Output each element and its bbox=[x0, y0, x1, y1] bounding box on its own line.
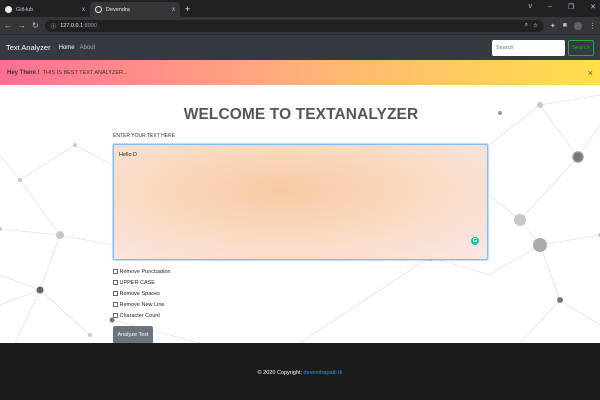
alert-heading: Hey There ! bbox=[7, 69, 40, 76]
text-input[interactable]: Hello D bbox=[113, 144, 488, 260]
search-input[interactable] bbox=[492, 39, 565, 56]
main-content: WELCOME TO TEXTANALYZER ENTER YOUR TEXT … bbox=[0, 85, 600, 343]
option-remove-punctuation[interactable]: Remove Punctuation bbox=[113, 266, 489, 277]
checkbox[interactable] bbox=[113, 313, 118, 318]
checkbox[interactable] bbox=[113, 280, 118, 285]
welcome-alert: Hey There ! THIS IS BEST TEXT ANALYZER..… bbox=[0, 60, 600, 85]
address-bar: ← → ↻ ⓘ 127.0.0.1:8000 ⌕ ☆ ✦ ■ ⋮ bbox=[0, 17, 600, 35]
checkbox[interactable] bbox=[113, 291, 118, 296]
alert-message: THIS IS BEST TEXT ANALYZER... bbox=[42, 69, 128, 76]
option-upper-case[interactable]: UPPER CASE bbox=[113, 277, 489, 288]
profile-avatar[interactable] bbox=[574, 21, 582, 30]
minimize-icon[interactable]: – bbox=[548, 3, 552, 11]
tab-devendra[interactable]: Devendra x bbox=[90, 2, 180, 17]
tab-github[interactable]: GitHub x bbox=[0, 2, 90, 17]
url-port: :8000 bbox=[83, 22, 97, 29]
footer: © 2020 Copyright: devendrapatil.tk bbox=[0, 343, 600, 400]
extensions-icon[interactable]: ✦ bbox=[550, 22, 556, 30]
navbar-brand[interactable]: Text Analyzer bbox=[6, 43, 51, 52]
checkbox[interactable] bbox=[113, 269, 118, 274]
globe-icon bbox=[95, 6, 102, 13]
textarea-label: ENTER YOUR TEXT HERE bbox=[113, 133, 175, 139]
close-icon[interactable]: × bbox=[588, 68, 593, 78]
url-host: 127.0.0.1 bbox=[60, 22, 84, 29]
analyzer-form: WELCOME TO TEXTANALYZER ENTER YOUR TEXT … bbox=[113, 85, 489, 343]
back-icon[interactable]: ← bbox=[4, 21, 12, 30]
window-controls: v – ❐ ✕ bbox=[528, 3, 596, 11]
tab-label: Devendra bbox=[106, 6, 130, 13]
new-tab-button[interactable]: + bbox=[180, 2, 195, 17]
nav-about[interactable]: About bbox=[80, 45, 96, 51]
media-icon[interactable]: ■ bbox=[563, 22, 567, 29]
close-tab-icon[interactable]: x bbox=[172, 7, 175, 13]
menu-icon[interactable]: ⋮ bbox=[589, 22, 596, 30]
tab-search-icon[interactable]: v bbox=[528, 3, 532, 11]
option-remove-new-line[interactable]: Remove New Line bbox=[113, 299, 489, 310]
github-icon bbox=[5, 6, 12, 13]
search-button[interactable]: Search bbox=[568, 39, 594, 56]
option-label: Remove Punctuation bbox=[119, 268, 171, 275]
forward-icon[interactable]: → bbox=[18, 21, 26, 30]
maximize-icon[interactable]: ❐ bbox=[568, 3, 574, 11]
option-label: Remove Spaces bbox=[119, 290, 160, 297]
url-field[interactable]: ⓘ 127.0.0.1:8000 ⌕ ☆ bbox=[44, 19, 544, 32]
close-tab-icon[interactable]: x bbox=[82, 7, 85, 13]
option-label: Remove New Line bbox=[119, 301, 165, 308]
option-label: Character Count bbox=[119, 312, 160, 319]
option-label: UPPER CASE bbox=[119, 279, 155, 286]
copyright-text: © 2020 Copyright: bbox=[257, 370, 303, 376]
option-remove-spaces[interactable]: Remove Spaces bbox=[113, 288, 489, 299]
options-list: Remove Punctuation UPPER CASE Remove Spa… bbox=[113, 266, 489, 321]
site-navbar: Text Analyzer Home About Search bbox=[0, 35, 600, 60]
analyze-text-button[interactable]: Analyze Text bbox=[113, 326, 153, 343]
info-icon[interactable]: ⓘ bbox=[51, 22, 57, 30]
zoom-icon[interactable]: ⌕ bbox=[525, 22, 528, 29]
close-window-icon[interactable]: ✕ bbox=[590, 3, 596, 11]
grammarly-icon[interactable]: G bbox=[471, 237, 479, 245]
tab-label: GitHub bbox=[16, 6, 34, 13]
bookmark-star-icon[interactable]: ☆ bbox=[533, 23, 538, 29]
nav-home[interactable]: Home bbox=[59, 45, 75, 51]
toolbar-icons: ✦ ■ ⋮ bbox=[550, 21, 596, 30]
page-title: WELCOME TO TEXTANALYZER bbox=[183, 106, 419, 123]
option-character-count[interactable]: Character Count bbox=[113, 310, 489, 321]
browser-tabbar: GitHub x Devendra x + v – ❐ ✕ bbox=[0, 0, 600, 17]
footer-link[interactable]: devendrapatil.tk bbox=[304, 370, 343, 376]
checkbox[interactable] bbox=[113, 302, 118, 307]
reload-icon[interactable]: ↻ bbox=[32, 21, 39, 30]
